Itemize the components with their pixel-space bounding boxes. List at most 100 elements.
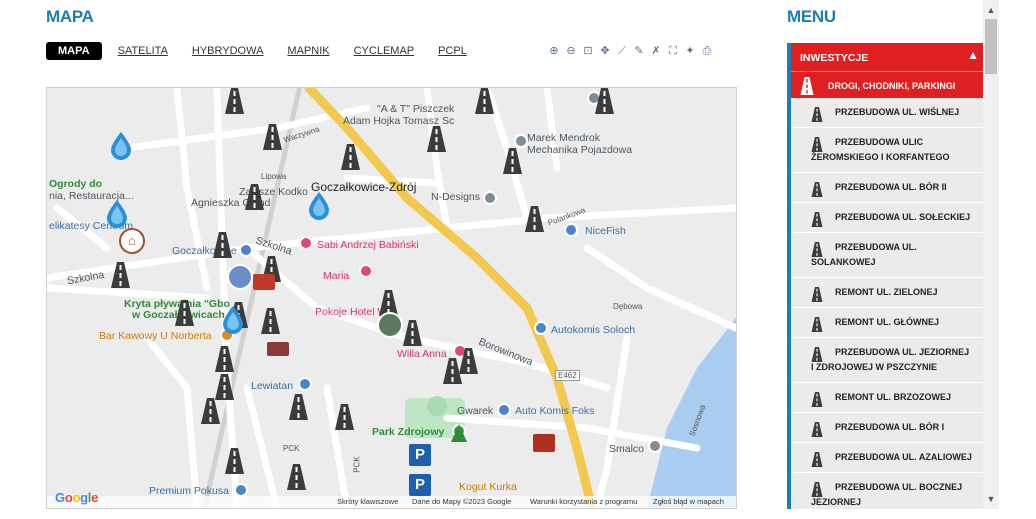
road-marker-icon[interactable] bbox=[341, 144, 360, 170]
map-label: Park Zdrojowy bbox=[372, 426, 445, 438]
menu-item[interactable]: PRZEBUDOWA UL. BOCZNEJ JEZIORNEJ bbox=[791, 473, 983, 509]
road-marker-icon[interactable] bbox=[427, 126, 446, 152]
menu-item[interactable]: REMONT UL. GŁÓWNEJ bbox=[791, 308, 983, 338]
category-label: DROGI, CHODNIKI, PARKINGI bbox=[828, 81, 956, 91]
water-drop-icon[interactable] bbox=[109, 132, 133, 160]
road-marker-icon[interactable] bbox=[201, 398, 220, 424]
measure-icon[interactable]: ⟋ bbox=[614, 43, 630, 59]
menu-item[interactable]: PRZEBUDOWA ULIC ŻEROMSKIEGO I KORFANTEGO bbox=[791, 128, 983, 173]
menu-item[interactable]: PRZEBUDOWA UL. BÓR I bbox=[791, 413, 983, 443]
shortcuts-link[interactable]: Skróty klawiszowe bbox=[337, 497, 398, 506]
map-label: Smalco bbox=[609, 443, 645, 455]
collapse-arrow-icon[interactable]: ▲ bbox=[967, 48, 979, 62]
place-pin-icon[interactable] bbox=[564, 223, 578, 237]
report-error-link[interactable]: Zgłoś błąd w mapach bbox=[653, 497, 724, 506]
google-logo: Google bbox=[55, 490, 99, 505]
road-marker-icon[interactable] bbox=[215, 346, 234, 372]
tab-hybrydowa[interactable]: HYBRYDOWA bbox=[192, 45, 264, 57]
place-pin-icon[interactable] bbox=[483, 191, 497, 205]
place-pin-icon[interactable] bbox=[514, 134, 528, 148]
menu-item[interactable]: PRZEBUDOWA UL. BÓR II bbox=[791, 173, 983, 203]
menu-item-label: PRZEBUDOWA UL. AZALIOWEJ bbox=[835, 452, 972, 462]
terms-link[interactable]: Warunki korzystania z programu bbox=[530, 497, 637, 506]
road-marker-icon[interactable] bbox=[503, 148, 522, 174]
road-marker-icon[interactable] bbox=[287, 464, 306, 490]
menu-item[interactable]: PRZEBUDOWA UL. SOLANKOWEJ bbox=[791, 233, 983, 278]
tab-cyclemap[interactable]: CYCLEMAP bbox=[354, 45, 415, 57]
locate-icon[interactable]: ✦ bbox=[682, 43, 698, 59]
road-marker-icon[interactable] bbox=[335, 404, 354, 430]
house-icon[interactable]: ⌂ bbox=[119, 228, 145, 254]
menu-item[interactable]: PRZEBUDOWA UL. JEZIORNEJ I ZDROJOWEJ W P… bbox=[791, 338, 983, 383]
parking-icon[interactable]: P bbox=[409, 474, 431, 496]
road-marker-icon[interactable] bbox=[215, 374, 234, 400]
place-pin-icon[interactable] bbox=[299, 236, 313, 250]
place-pin-icon[interactable] bbox=[234, 483, 248, 497]
road-icon bbox=[811, 182, 823, 197]
menu-item[interactable]: REMONT UL. ZIELONEJ bbox=[791, 278, 983, 308]
pan-icon[interactable]: ✥ bbox=[597, 43, 613, 59]
building-icon[interactable] bbox=[267, 342, 289, 356]
fullscreen-icon[interactable]: ⛶ bbox=[665, 43, 681, 59]
map-label: Gwarek bbox=[457, 405, 494, 417]
scroll-down-icon[interactable]: ▼ bbox=[983, 491, 999, 507]
category-drogi[interactable]: DROGI, CHODNIKI, PARKINGI bbox=[791, 71, 983, 98]
section-header-inwestycje[interactable]: INWESTYCJE ▲ bbox=[791, 43, 983, 71]
water-drop-icon[interactable] bbox=[221, 306, 245, 334]
place-pin-icon[interactable] bbox=[534, 321, 548, 335]
menu-item[interactable]: PRZEBUDOWA UL. WIŚLNEJ bbox=[791, 98, 983, 128]
tab-satelita[interactable]: SATELITA bbox=[118, 45, 168, 57]
menu-item[interactable]: PRZEBUDOWA UL. SOŁECKIEJ bbox=[791, 203, 983, 233]
water-drop-icon[interactable] bbox=[105, 200, 129, 228]
parking-icon[interactable]: P bbox=[409, 444, 431, 466]
road-marker-icon[interactable] bbox=[261, 308, 280, 334]
road-marker-icon[interactable] bbox=[225, 88, 244, 114]
water-drop-icon[interactable] bbox=[307, 192, 331, 220]
page-scrollbar[interactable]: ▲ ▼ bbox=[983, 0, 999, 509]
poi-cluster-icon[interactable] bbox=[227, 264, 253, 290]
menu-item[interactable]: REMONT UL. BRZOZOWEJ bbox=[791, 383, 983, 413]
place-pin-icon[interactable] bbox=[648, 439, 662, 453]
place-pin-icon[interactable] bbox=[359, 264, 373, 278]
road-marker-icon[interactable] bbox=[225, 448, 244, 474]
erase-icon[interactable]: ✗ bbox=[648, 43, 664, 59]
road-marker-icon[interactable] bbox=[263, 124, 282, 150]
tab-mapa[interactable]: MAPA bbox=[46, 42, 102, 60]
road-marker-icon[interactable] bbox=[525, 206, 544, 232]
place-pin-icon[interactable] bbox=[298, 377, 312, 391]
menu-item[interactable]: PRZEBUDOWA UL. AZALIOWEJ bbox=[791, 443, 983, 473]
map-view[interactable]: Goczałkowice-Zdrój "A & T" Piszczek Adam… bbox=[46, 87, 737, 509]
map-label: Auto Komis Foks bbox=[515, 405, 595, 417]
building-icon[interactable] bbox=[253, 274, 275, 290]
map-label: Willa Anna bbox=[397, 348, 447, 360]
map-label: Marek Mendrok bbox=[527, 132, 600, 144]
road-marker-icon[interactable] bbox=[111, 262, 130, 288]
road-marker-icon[interactable] bbox=[175, 300, 194, 326]
road-marker-icon[interactable] bbox=[595, 88, 614, 114]
menu-item-label: REMONT UL. GŁÓWNEJ bbox=[835, 317, 939, 327]
road-marker-icon[interactable] bbox=[459, 348, 478, 374]
road-marker-icon[interactable] bbox=[475, 88, 494, 114]
zoom-in-icon[interactable]: ⊕ bbox=[546, 43, 562, 59]
place-pin-icon[interactable] bbox=[239, 243, 253, 257]
zoom-box-icon[interactable]: ⊡ bbox=[580, 43, 596, 59]
road-marker-icon[interactable] bbox=[245, 184, 264, 210]
road-icon bbox=[811, 287, 823, 302]
menu-item-label: PRZEBUDOWA ULIC ŻEROMSKIEGO I KORFANTEGO bbox=[811, 137, 950, 162]
draw-icon[interactable]: ✎ bbox=[631, 43, 647, 59]
map-toolbar: ⊕ ⊖ ⊡ ✥ ⟋ ✎ ✗ ⛶ ✦ ⎙ bbox=[546, 43, 716, 59]
road-marker-icon[interactable] bbox=[403, 320, 422, 346]
menu-item-label: REMONT UL. BRZOZOWEJ bbox=[835, 392, 951, 402]
scrollbar-thumb[interactable] bbox=[985, 19, 997, 74]
road-marker-icon[interactable] bbox=[213, 232, 232, 258]
map-label: Maria bbox=[323, 270, 350, 282]
scroll-up-icon[interactable]: ▲ bbox=[983, 2, 999, 18]
place-pin-icon[interactable] bbox=[497, 403, 511, 417]
tab-mapnik[interactable]: MAPNIK bbox=[287, 45, 329, 57]
road-marker-icon[interactable] bbox=[289, 394, 308, 420]
hotel-icon[interactable] bbox=[377, 312, 403, 338]
building-icon[interactable] bbox=[533, 434, 555, 452]
tab-pcpl[interactable]: PCPL bbox=[438, 45, 467, 57]
zoom-out-icon[interactable]: ⊖ bbox=[563, 43, 579, 59]
print-icon[interactable]: ⎙ bbox=[699, 43, 715, 59]
